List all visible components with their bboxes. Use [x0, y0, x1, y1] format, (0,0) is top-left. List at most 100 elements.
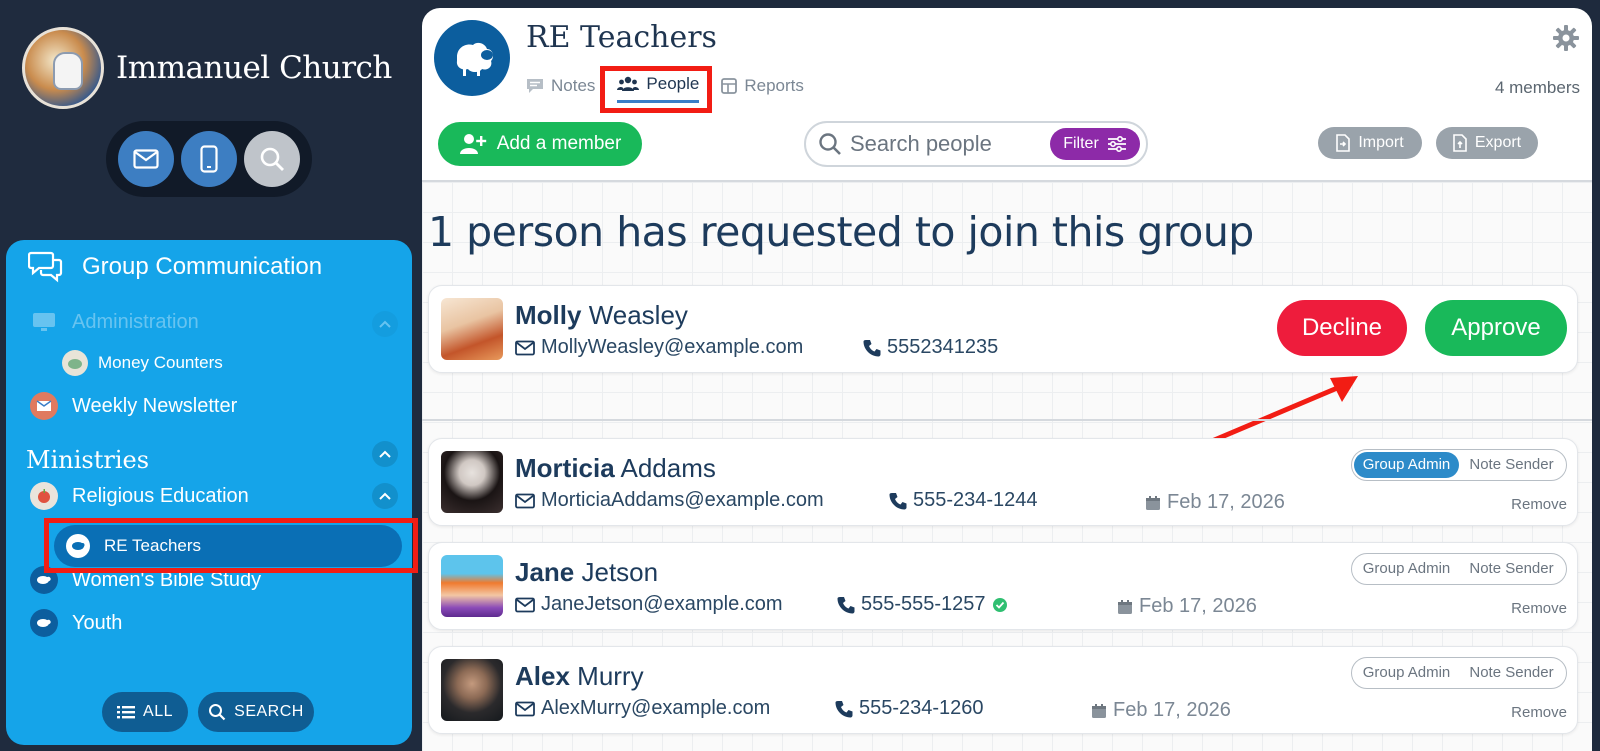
- first-name: Molly: [515, 300, 582, 330]
- date-text: Feb 17, 2026: [1167, 491, 1285, 513]
- collapse-religious-education[interactable]: [372, 483, 398, 509]
- table-icon: [721, 77, 738, 94]
- calendar-icon: [1146, 495, 1160, 510]
- add-member-button[interactable]: Add a member: [438, 122, 642, 166]
- person-email[interactable]: MorticiaAddams@example.com: [515, 489, 824, 512]
- person-email[interactable]: MollyWeasley@example.com: [515, 336, 803, 359]
- search-people-box: Filter: [804, 121, 1148, 167]
- tab-reports[interactable]: Reports: [721, 74, 804, 103]
- panel-header: Group Communication: [28, 250, 322, 284]
- sidebar-item-money-counters[interactable]: Money Counters: [62, 350, 223, 376]
- import-icon: [1336, 134, 1351, 152]
- search-icon: [261, 147, 285, 171]
- group-communication-panel: Group Communication Administration Money…: [6, 240, 412, 745]
- monitor-icon: [30, 308, 58, 336]
- tab-label: Notes: [551, 75, 596, 95]
- joined-date: Feb 17, 2026: [1145, 491, 1285, 514]
- search-groups-button[interactable]: SEARCH: [198, 692, 314, 732]
- sidebar-item-youth[interactable]: Youth: [30, 609, 122, 637]
- search-icon: [209, 704, 226, 721]
- note-sender-toggle[interactable]: Note Sender: [1459, 452, 1564, 478]
- phone-text: 555-555-1257: [861, 593, 986, 615]
- chevron-up-icon: [379, 450, 391, 458]
- members-count: 4 members: [1494, 78, 1580, 97]
- avatar: [441, 659, 503, 721]
- person-phone[interactable]: 5552341235: [863, 336, 998, 359]
- remove-link[interactable]: Remove: [1511, 704, 1567, 721]
- tab-notes[interactable]: Notes: [526, 74, 595, 103]
- highlight-box-re-teachers: [44, 518, 418, 573]
- sidebar-item-label: Money Counters: [98, 353, 223, 372]
- search-button[interactable]: [244, 131, 301, 187]
- email-text: JaneJetson@example.com: [541, 593, 783, 615]
- search-people-input[interactable]: [850, 131, 1040, 157]
- note-sender-toggle[interactable]: Note Sender: [1459, 556, 1564, 582]
- chevron-up-icon: [379, 492, 391, 500]
- sidebar-item-label: Weekly Newsletter: [72, 394, 238, 417]
- person-name: Molly Weasley: [515, 300, 688, 331]
- group-admin-toggle[interactable]: Group Admin: [1354, 452, 1459, 478]
- envelope-icon: [515, 340, 535, 355]
- person-email[interactable]: AlexMurry@example.com: [515, 697, 770, 720]
- apple-icon: [30, 482, 58, 510]
- filter-button[interactable]: Filter: [1050, 128, 1140, 160]
- decline-button[interactable]: Decline: [1277, 300, 1407, 356]
- group-admin-toggle[interactable]: Group Admin: [1354, 556, 1459, 582]
- group-admin-toggle[interactable]: Group Admin: [1354, 660, 1459, 686]
- mobile-button[interactable]: [180, 131, 237, 187]
- phone-icon: [863, 339, 881, 356]
- sliders-icon: [1107, 136, 1126, 152]
- person-name: Morticia Addams: [515, 453, 716, 484]
- collapse-administration[interactable]: [372, 311, 398, 337]
- remove-link[interactable]: Remove: [1511, 600, 1567, 617]
- list-icon: [117, 706, 136, 719]
- email-text: MorticiaAddams@example.com: [541, 489, 824, 511]
- panel-title: Group Communication: [82, 253, 323, 280]
- person-name: Alex Murry: [515, 661, 644, 692]
- sidebar-item-administration[interactable]: Administration: [30, 308, 199, 336]
- calendar-icon: [1092, 703, 1106, 718]
- note-sender-toggle[interactable]: Note Sender: [1459, 660, 1564, 686]
- gear-icon: [1553, 25, 1579, 51]
- sidebar-item-weekly-newsletter[interactable]: Weekly Newsletter: [30, 392, 237, 420]
- avatar: [441, 298, 503, 360]
- envelope-icon: [515, 597, 535, 612]
- person-phone[interactable]: 555-234-1244: [889, 489, 1038, 512]
- mail-button[interactable]: [117, 131, 174, 187]
- date-text: Feb 17, 2026: [1113, 699, 1231, 721]
- approve-button[interactable]: Approve: [1425, 300, 1567, 356]
- first-name: Jane: [515, 557, 575, 587]
- ministries-heading: Ministries: [26, 446, 150, 474]
- phone-icon: [837, 596, 855, 613]
- envelope-icon: [515, 701, 535, 716]
- main-panel: RE Teachers Notes People Reports 4 membe…: [422, 8, 1592, 751]
- chat-bubbles-icon: [28, 251, 63, 283]
- mail-icon: [133, 149, 159, 169]
- role-toggle: Group Admin Note Sender: [1351, 657, 1567, 689]
- person-email[interactable]: JaneJetson@example.com: [515, 593, 783, 616]
- join-request-card: Molly Weasley MollyWeasley@example.com 5…: [428, 285, 1578, 373]
- search-icon: [819, 133, 841, 155]
- phone-text: 555-234-1244: [913, 489, 1038, 511]
- verified-check-icon: [992, 597, 1007, 612]
- person-phone[interactable]: 555-234-1260: [835, 697, 984, 720]
- settings-button[interactable]: [1552, 24, 1580, 56]
- church-header[interactable]: Immanuel Church: [22, 27, 392, 109]
- import-button[interactable]: Import: [1318, 127, 1422, 159]
- first-name: Morticia: [515, 453, 615, 483]
- envelope-icon: [515, 493, 535, 508]
- member-card: Morticia Addams MorticiaAddams@example.c…: [428, 438, 1578, 526]
- sidebar-item-religious-education[interactable]: Religious Education: [30, 482, 249, 510]
- add-member-label: Add a member: [496, 133, 622, 154]
- person-phone[interactable]: 555-555-1257: [837, 593, 1008, 616]
- remove-link[interactable]: Remove: [1511, 496, 1567, 513]
- all-button[interactable]: ALL: [102, 692, 188, 732]
- collapse-ministries[interactable]: [372, 441, 398, 467]
- date-text: Feb 17, 2026: [1139, 595, 1257, 617]
- sheep-icon: [30, 609, 58, 637]
- calendar-icon: [1118, 599, 1132, 614]
- joined-date: Feb 17, 2026: [1117, 595, 1257, 618]
- join-requests-heading: 1 person has requested to join this grou…: [428, 208, 1254, 256]
- church-name: Immanuel Church: [116, 50, 392, 86]
- export-button[interactable]: Export: [1436, 127, 1538, 159]
